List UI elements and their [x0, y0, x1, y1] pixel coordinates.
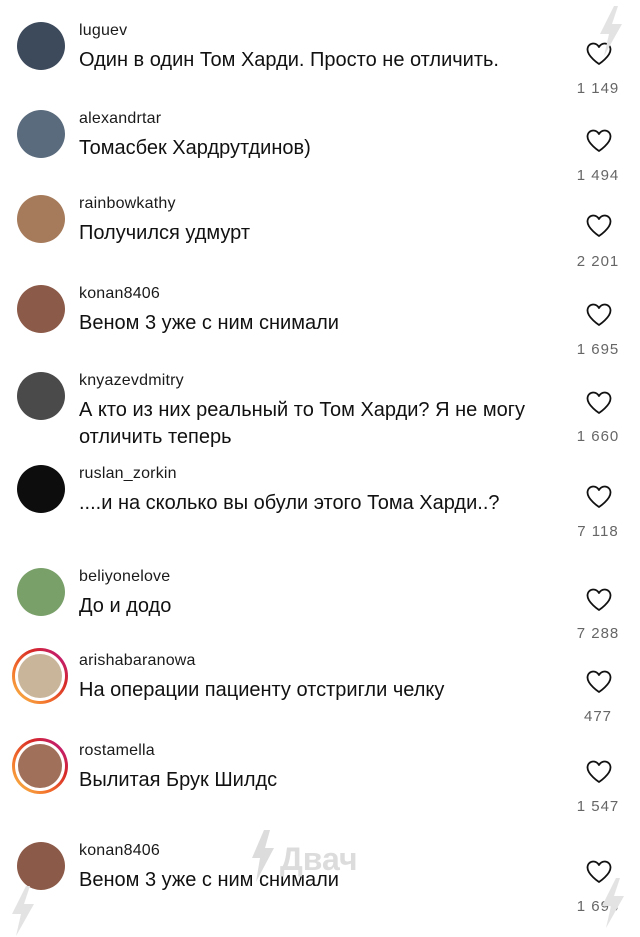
lightning-bolt-icon: [12, 886, 34, 936]
comment-username[interactable]: konan8406: [79, 285, 160, 303]
heart-outline-icon[interactable]: [586, 391, 612, 415]
comment-item: luguev Один в один Том Харди. Просто не о…: [0, 22, 640, 102]
comment-text: Томасбек Хардрутдинов): [79, 137, 311, 159]
like-count: 7 288: [576, 625, 620, 642]
comment-item: rainbowkathy Получился удмурт: [0, 195, 640, 275]
watermark-text: Двач: [280, 841, 358, 877]
avatar[interactable]: [17, 842, 65, 890]
comment-username[interactable]: rostamella: [79, 742, 155, 760]
like-count: 7 118: [577, 523, 619, 540]
comment-username[interactable]: alexandrtar: [79, 110, 161, 128]
heart-outline-icon[interactable]: [586, 588, 612, 612]
like-count: 1 494: [576, 167, 620, 184]
comment-item: knyazevdmitry А кто из них реальный то То…: [0, 372, 640, 452]
comment-item: arishabaranowa На операции пациенту отстр…: [0, 648, 640, 732]
lightning-bolt-icon: [600, 6, 622, 56]
comment-text: Один в один Том Харди. Просто не отличит…: [79, 49, 499, 71]
comment-text: Веном 3 уже с ним снимали: [79, 312, 339, 334]
comment-username[interactable]: beliyonelove: [79, 568, 170, 586]
like-count: 1 695: [576, 341, 620, 358]
comment-username[interactable]: knyazevdmitry: [79, 372, 184, 390]
heart-outline-icon[interactable]: [586, 485, 612, 509]
heart-outline-icon[interactable]: [586, 670, 612, 694]
comment-username[interactable]: arishabaranowa: [79, 652, 196, 670]
comment-item: konan8406 Веном 3 уже с ним снимали: [0, 285, 640, 365]
avatar[interactable]: [17, 195, 65, 243]
watermark-logo: Двач: [252, 830, 358, 882]
comment-username[interactable]: luguev: [79, 22, 127, 40]
comment-text: ....и на сколько вы обули этого Тома Хар…: [79, 492, 500, 514]
heart-outline-icon[interactable]: [586, 129, 612, 153]
comment-username[interactable]: ruslan_zorkin: [79, 465, 177, 483]
avatar[interactable]: [17, 285, 65, 333]
heart-outline-icon[interactable]: [586, 760, 612, 784]
comment-text: До и додо: [79, 595, 172, 617]
comment-text: А кто из них реальный то Том Харди? Я не…: [79, 399, 526, 448]
avatar[interactable]: [17, 465, 65, 513]
comment-item: ruslan_zorkin ....и на сколько вы обули э…: [0, 465, 640, 545]
like-count: 1 149: [576, 80, 620, 97]
comment-text: На операции пациенту отстригли челку: [79, 679, 445, 701]
avatar[interactable]: [12, 648, 68, 704]
heart-outline-icon[interactable]: [586, 303, 612, 327]
avatar-photo: [18, 654, 62, 698]
comment-item: rostamella Вылитая Брук Шилдс: [0, 738, 640, 822]
comment-username[interactable]: konan8406: [79, 842, 160, 860]
lightning-bolt-icon: [602, 878, 624, 928]
comment-item: beliyonelove До и додо: [0, 568, 640, 648]
comment-text: Вылитая Брук Шилдс: [79, 769, 278, 791]
like-count: 1 547: [576, 798, 620, 815]
avatar[interactable]: [17, 110, 65, 158]
comments-list: luguev Один в один Том Харди. Просто не о…: [0, 0, 640, 937]
watermark: Двач: [250, 826, 400, 886]
avatar[interactable]: [17, 372, 65, 420]
comment-username[interactable]: rainbowkathy: [79, 195, 176, 213]
comment-item: alexandrtar Томасбек Хардрутдинов): [0, 110, 640, 190]
avatar[interactable]: [12, 738, 68, 794]
like-count: 477: [583, 708, 613, 725]
like-count: 1 660: [576, 428, 620, 445]
like-count: 2 201: [576, 253, 620, 270]
avatar-photo: [18, 744, 62, 788]
heart-outline-icon[interactable]: [586, 214, 612, 238]
avatar[interactable]: [17, 22, 65, 70]
comment-text: Получился удмурт: [79, 222, 250, 244]
avatar[interactable]: [17, 568, 65, 616]
